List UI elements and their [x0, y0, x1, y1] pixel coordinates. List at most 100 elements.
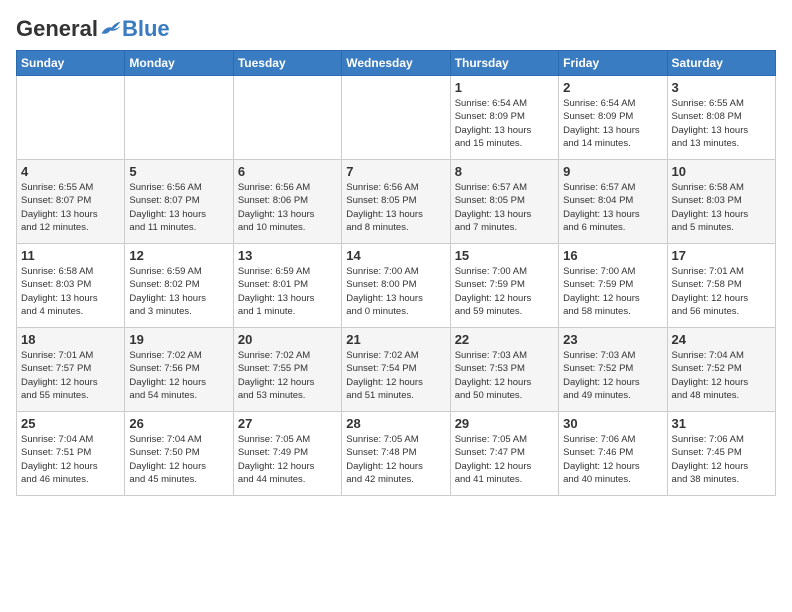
day-info: Sunrise: 7:01 AM Sunset: 7:58 PM Dayligh…	[672, 265, 771, 318]
logo: General Blue	[16, 16, 170, 42]
day-info: Sunrise: 6:56 AM Sunset: 8:07 PM Dayligh…	[129, 181, 228, 234]
calendar-cell: 21 Sunrise: 7:02 AM Sunset: 7:54 PM Dayli…	[342, 328, 450, 412]
calendar-cell: 30 Sunrise: 7:06 AM Sunset: 7:46 PM Dayli…	[559, 412, 667, 496]
calendar-cell	[233, 76, 341, 160]
day-info: Sunrise: 7:05 AM Sunset: 7:49 PM Dayligh…	[238, 433, 337, 486]
calendar-week-row: 11 Sunrise: 6:58 AM Sunset: 8:03 PM Dayli…	[17, 244, 776, 328]
calendar-week-row: 18Sunrise: 7:01 AM Sunset: 7:57 PM Dayli…	[17, 328, 776, 412]
day-number: 23	[563, 332, 662, 347]
weekday-header-monday: Monday	[125, 51, 233, 76]
calendar-cell: 15 Sunrise: 7:00 AM Sunset: 7:59 PM Dayli…	[450, 244, 558, 328]
day-number: 15	[455, 248, 554, 263]
day-number: 27	[238, 416, 337, 431]
day-info: Sunrise: 6:56 AM Sunset: 8:06 PM Dayligh…	[238, 181, 337, 234]
calendar-cell: 2 Sunrise: 6:54 AM Sunset: 8:09 PM Daylig…	[559, 76, 667, 160]
day-info: Sunrise: 7:05 AM Sunset: 7:48 PM Dayligh…	[346, 433, 445, 486]
day-info: Sunrise: 6:55 AM Sunset: 8:07 PM Dayligh…	[21, 181, 120, 234]
day-info: Sunrise: 7:00 AM Sunset: 7:59 PM Dayligh…	[455, 265, 554, 318]
calendar-cell: 3 Sunrise: 6:55 AM Sunset: 8:08 PM Daylig…	[667, 76, 775, 160]
calendar-cell: 5 Sunrise: 6:56 AM Sunset: 8:07 PM Daylig…	[125, 160, 233, 244]
calendar-cell: 1 Sunrise: 6:54 AM Sunset: 8:09 PM Daylig…	[450, 76, 558, 160]
day-number: 29	[455, 416, 554, 431]
calendar-cell: 4 Sunrise: 6:55 AM Sunset: 8:07 PM Daylig…	[17, 160, 125, 244]
day-info: Sunrise: 7:06 AM Sunset: 7:45 PM Dayligh…	[672, 433, 771, 486]
day-info: Sunrise: 7:03 AM Sunset: 7:53 PM Dayligh…	[455, 349, 554, 402]
weekday-header-saturday: Saturday	[667, 51, 775, 76]
day-number: 1	[455, 80, 554, 95]
day-info: Sunrise: 7:02 AM Sunset: 7:55 PM Dayligh…	[238, 349, 337, 402]
day-number: 25	[21, 416, 120, 431]
day-number: 26	[129, 416, 228, 431]
calendar-cell: 6 Sunrise: 6:56 AM Sunset: 8:06 PM Daylig…	[233, 160, 341, 244]
day-info: Sunrise: 6:59 AM Sunset: 8:02 PM Dayligh…	[129, 265, 228, 318]
day-number: 10	[672, 164, 771, 179]
calendar-cell: 27 Sunrise: 7:05 AM Sunset: 7:49 PM Dayli…	[233, 412, 341, 496]
day-info: Sunrise: 6:55 AM Sunset: 8:08 PM Dayligh…	[672, 97, 771, 150]
day-number: 11	[21, 248, 120, 263]
calendar-week-row: 1 Sunrise: 6:54 AM Sunset: 8:09 PM Daylig…	[17, 76, 776, 160]
day-info: Sunrise: 7:00 AM Sunset: 8:00 PM Dayligh…	[346, 265, 445, 318]
day-info: Sunrise: 6:54 AM Sunset: 8:09 PM Dayligh…	[455, 97, 554, 150]
day-number: 18	[21, 332, 120, 347]
day-info: Sunrise: 7:02 AM Sunset: 7:54 PM Dayligh…	[346, 349, 445, 402]
weekday-header-friday: Friday	[559, 51, 667, 76]
calendar-cell: 24 Sunrise: 7:04 AM Sunset: 7:52 PM Dayli…	[667, 328, 775, 412]
day-number: 19	[129, 332, 228, 347]
day-number: 21	[346, 332, 445, 347]
day-info: Sunrise: 6:57 AM Sunset: 8:05 PM Dayligh…	[455, 181, 554, 234]
day-info: Sunrise: 6:58 AM Sunset: 8:03 PM Dayligh…	[672, 181, 771, 234]
day-number: 5	[129, 164, 228, 179]
logo-bird-icon	[100, 20, 122, 38]
day-info: Sunrise: 7:04 AM Sunset: 7:52 PM Dayligh…	[672, 349, 771, 402]
calendar-cell: 23Sunrise: 7:03 AM Sunset: 7:52 PM Dayli…	[559, 328, 667, 412]
day-number: 2	[563, 80, 662, 95]
day-number: 17	[672, 248, 771, 263]
calendar-table: SundayMondayTuesdayWednesdayThursdayFrid…	[16, 50, 776, 496]
calendar-cell: 14 Sunrise: 7:00 AM Sunset: 8:00 PM Dayli…	[342, 244, 450, 328]
day-number: 14	[346, 248, 445, 263]
weekday-header-row: SundayMondayTuesdayWednesdayThursdayFrid…	[17, 51, 776, 76]
logo-blue-text: Blue	[122, 16, 170, 42]
calendar-cell: 31 Sunrise: 7:06 AM Sunset: 7:45 PM Dayli…	[667, 412, 775, 496]
day-info: Sunrise: 6:56 AM Sunset: 8:05 PM Dayligh…	[346, 181, 445, 234]
calendar-cell: 12 Sunrise: 6:59 AM Sunset: 8:02 PM Dayli…	[125, 244, 233, 328]
day-number: 6	[238, 164, 337, 179]
day-info: Sunrise: 7:04 AM Sunset: 7:51 PM Dayligh…	[21, 433, 120, 486]
day-number: 4	[21, 164, 120, 179]
day-number: 24	[672, 332, 771, 347]
calendar-cell	[17, 76, 125, 160]
day-number: 8	[455, 164, 554, 179]
day-number: 31	[672, 416, 771, 431]
day-info: Sunrise: 7:04 AM Sunset: 7:50 PM Dayligh…	[129, 433, 228, 486]
calendar-cell: 13 Sunrise: 6:59 AM Sunset: 8:01 PM Dayli…	[233, 244, 341, 328]
day-info: Sunrise: 7:05 AM Sunset: 7:47 PM Dayligh…	[455, 433, 554, 486]
calendar-cell	[342, 76, 450, 160]
day-number: 12	[129, 248, 228, 263]
day-number: 13	[238, 248, 337, 263]
calendar-cell: 11 Sunrise: 6:58 AM Sunset: 8:03 PM Dayli…	[17, 244, 125, 328]
day-number: 30	[563, 416, 662, 431]
day-info: Sunrise: 7:02 AM Sunset: 7:56 PM Dayligh…	[129, 349, 228, 402]
day-number: 22	[455, 332, 554, 347]
page-header: General Blue	[16, 16, 776, 42]
calendar-cell: 17 Sunrise: 7:01 AM Sunset: 7:58 PM Dayli…	[667, 244, 775, 328]
weekday-header-wednesday: Wednesday	[342, 51, 450, 76]
calendar-cell: 10 Sunrise: 6:58 AM Sunset: 8:03 PM Dayli…	[667, 160, 775, 244]
calendar-week-row: 25 Sunrise: 7:04 AM Sunset: 7:51 PM Dayli…	[17, 412, 776, 496]
day-number: 3	[672, 80, 771, 95]
weekday-header-tuesday: Tuesday	[233, 51, 341, 76]
calendar-cell: 28Sunrise: 7:05 AM Sunset: 7:48 PM Dayli…	[342, 412, 450, 496]
day-info: Sunrise: 6:59 AM Sunset: 8:01 PM Dayligh…	[238, 265, 337, 318]
calendar-cell: 19 Sunrise: 7:02 AM Sunset: 7:56 PM Dayli…	[125, 328, 233, 412]
calendar-cell: 26 Sunrise: 7:04 AM Sunset: 7:50 PM Dayli…	[125, 412, 233, 496]
weekday-header-thursday: Thursday	[450, 51, 558, 76]
day-info: Sunrise: 7:00 AM Sunset: 7:59 PM Dayligh…	[563, 265, 662, 318]
day-number: 7	[346, 164, 445, 179]
day-info: Sunrise: 6:54 AM Sunset: 8:09 PM Dayligh…	[563, 97, 662, 150]
calendar-cell: 7 Sunrise: 6:56 AM Sunset: 8:05 PM Daylig…	[342, 160, 450, 244]
day-info: Sunrise: 7:06 AM Sunset: 7:46 PM Dayligh…	[563, 433, 662, 486]
calendar-cell: 18Sunrise: 7:01 AM Sunset: 7:57 PM Dayli…	[17, 328, 125, 412]
calendar-cell: 29 Sunrise: 7:05 AM Sunset: 7:47 PM Dayli…	[450, 412, 558, 496]
day-number: 20	[238, 332, 337, 347]
day-info: Sunrise: 6:58 AM Sunset: 8:03 PM Dayligh…	[21, 265, 120, 318]
